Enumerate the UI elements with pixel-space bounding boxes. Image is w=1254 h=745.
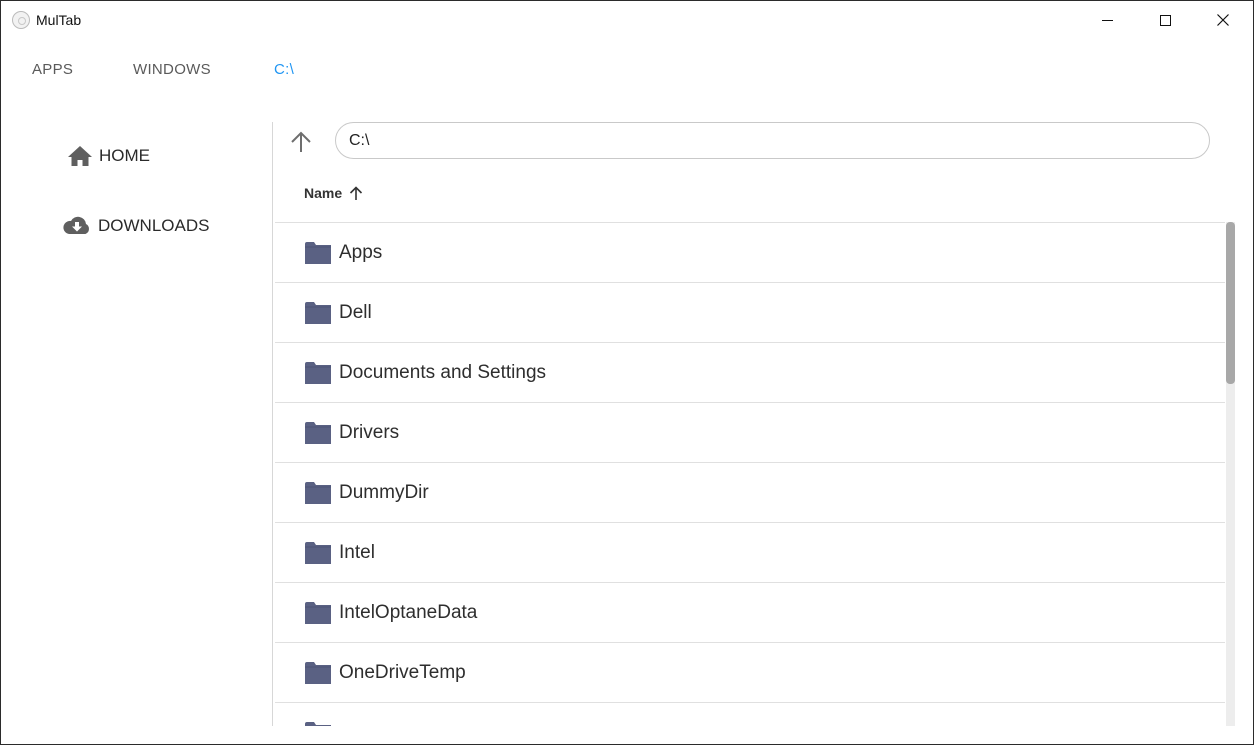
list-item[interactable]	[275, 703, 1225, 726]
item-name: Documents and Settings	[339, 361, 547, 383]
list-item[interactable]: Dell	[275, 283, 1225, 343]
close-icon	[1217, 14, 1229, 26]
folder-icon	[305, 661, 331, 684]
folder-icon	[305, 241, 331, 264]
app-logo-icon	[12, 11, 30, 29]
item-name: DummyDir	[339, 481, 429, 503]
list-item[interactable]: OneDriveTemp	[275, 643, 1225, 703]
list-item[interactable]: IntelOptaneData	[275, 583, 1225, 643]
folder-icon	[305, 301, 331, 324]
sidebar-item-label: HOME	[99, 146, 150, 165]
folder-icon	[305, 541, 331, 564]
item-name: Drivers	[339, 421, 400, 443]
tab-apps[interactable]: APPS	[32, 61, 73, 78]
app-window: MulTab APPS WINDOWS C:\ HOME DOWNLOADS C…	[0, 0, 1254, 745]
sidebar-item-downloads[interactable]: DOWNLOADS	[62, 214, 209, 238]
folder-icon	[305, 361, 331, 384]
item-name: Intel	[339, 541, 375, 563]
item-name: Dell	[339, 301, 372, 323]
list-item[interactable]: DummyDir	[275, 463, 1225, 523]
folder-icon	[305, 481, 331, 504]
sidebar-item-label: DOWNLOADS	[98, 216, 210, 235]
maximize-button[interactable]	[1136, 1, 1194, 39]
folder-icon	[305, 721, 331, 726]
arrow-up-icon	[291, 131, 311, 152]
list-item[interactable]: Documents and Settings	[275, 343, 1225, 403]
item-name: IntelOptaneData	[339, 601, 478, 623]
minimize-icon	[1101, 19, 1113, 21]
minimize-button[interactable]	[1078, 1, 1136, 39]
path-input[interactable]	[335, 122, 1210, 159]
folder-icon	[305, 421, 331, 444]
maximize-icon	[1159, 14, 1171, 26]
column-header-name[interactable]: Name	[304, 185, 363, 201]
close-button[interactable]	[1194, 1, 1252, 39]
scrollbar-thumb[interactable]	[1226, 222, 1235, 384]
tab-drive-c[interactable]: C:\	[274, 61, 294, 78]
cloud-download-icon	[63, 216, 89, 234]
column-header-label: Name	[304, 185, 343, 201]
home-icon	[68, 146, 92, 166]
panel-divider	[272, 122, 273, 726]
file-list: Apps Dell Documents and Settings Drivers…	[275, 222, 1225, 726]
list-item[interactable]: Intel	[275, 523, 1225, 583]
list-item[interactable]: Apps	[275, 223, 1225, 283]
item-name: OneDriveTemp	[339, 661, 466, 683]
item-name: Apps	[339, 241, 383, 263]
go-up-button[interactable]	[288, 129, 314, 155]
tab-windows[interactable]: WINDOWS	[133, 61, 211, 78]
sort-arrow-up-icon	[350, 185, 363, 200]
window-title: MulTab	[36, 12, 82, 28]
sidebar-item-home[interactable]: HOME	[67, 145, 150, 167]
list-item[interactable]: Drivers	[275, 403, 1225, 463]
folder-icon	[305, 601, 331, 624]
title-bar[interactable]: MulTab	[1, 1, 1253, 39]
